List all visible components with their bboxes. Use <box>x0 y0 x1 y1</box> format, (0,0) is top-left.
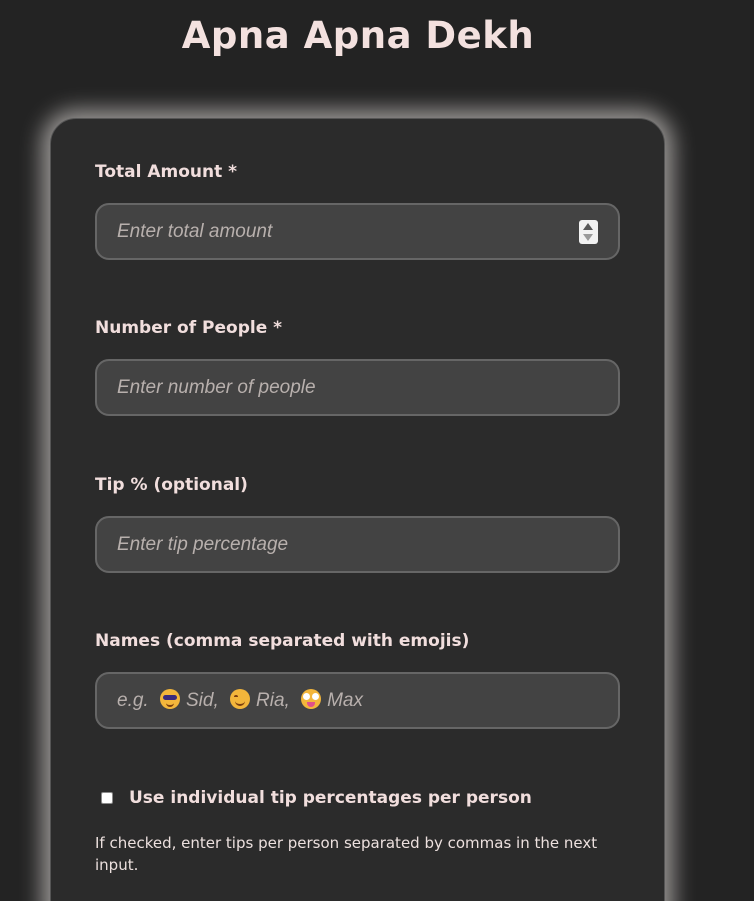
number-spinner[interactable] <box>579 220 598 244</box>
num-people-label: Number of People * <box>95 318 283 338</box>
tip-percent-label: Tip % (optional) <box>95 475 248 495</box>
total-amount-label: Total Amount * <box>95 162 238 182</box>
num-people-placeholder: Enter number of people <box>117 376 316 398</box>
tip-percent-field: Tip % (optional) Enter tip percentage <box>95 474 620 573</box>
bill-split-form-card: Total Amount * Enter total amount Number… <box>50 118 665 901</box>
names-placeholder-name-1: Sid, <box>185 690 219 711</box>
total-amount-input[interactable]: Enter total amount <box>95 203 620 260</box>
names-field: Names (comma separated with emojis) e.g.… <box>95 630 620 729</box>
individual-tips-label[interactable]: Use individual tip percentages per perso… <box>129 787 532 809</box>
names-placeholder-prefix: e.g. <box>117 690 149 711</box>
names-placeholder-name-3: Max <box>327 690 363 711</box>
total-amount-field: Total Amount * Enter total amount <box>95 161 620 260</box>
names-label: Names (comma separated with emojis) <box>95 631 470 651</box>
individual-tips-row: Use individual tip percentages per perso… <box>101 787 532 809</box>
tip-percent-placeholder: Enter tip percentage <box>117 533 289 555</box>
individual-tips-checkbox[interactable] <box>101 792 113 804</box>
tip-percent-input[interactable]: Enter tip percentage <box>95 516 620 573</box>
page: Apna Apna Dekh Total Amount * Enter tota… <box>0 0 754 901</box>
num-people-input[interactable]: Enter number of people <box>95 359 620 416</box>
num-people-field: Number of People * Enter number of peopl… <box>95 317 620 416</box>
sunglasses-emoji-icon <box>159 689 180 709</box>
names-input[interactable]: e.g. Sid, Ria, Max <box>95 672 620 729</box>
app-title: Apna Apna Dekh <box>181 14 535 57</box>
zany-face-emoji-icon <box>301 689 322 709</box>
individual-tips-hint: If checked, enter tips per person separa… <box>95 834 598 874</box>
names-placeholder-name-2: Ria, <box>256 690 290 711</box>
names-placeholder: e.g. Sid, Ria, Max <box>117 689 363 712</box>
total-amount-placeholder: Enter total amount <box>117 220 273 242</box>
spin-down-icon[interactable] <box>583 234 593 241</box>
spin-up-icon[interactable] <box>583 223 593 230</box>
smiling-face-emoji-icon <box>230 689 251 709</box>
